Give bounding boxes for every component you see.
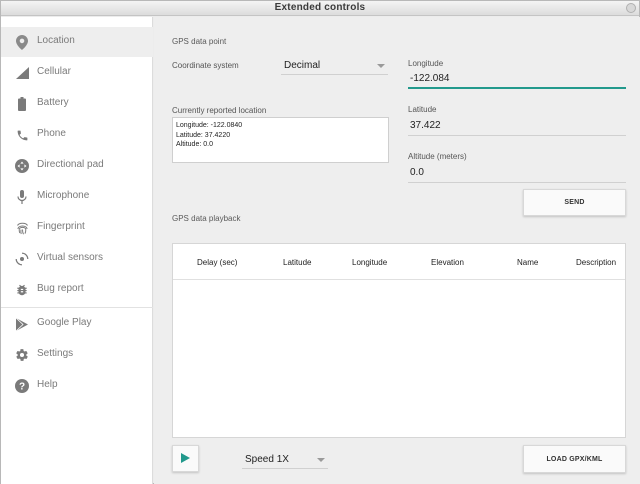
column-header-name[interactable]: Name [517, 258, 538, 267]
latitude-label: Latitude [408, 105, 437, 114]
sidebar-item-label: Fingerprint [37, 221, 85, 232]
sidebar-item-microphone[interactable]: Microphone [1, 182, 153, 212]
bug-icon [14, 282, 30, 298]
sidebar-item-label: Settings [37, 348, 74, 359]
altitude-input[interactable] [408, 163, 626, 182]
dpad-icon [14, 158, 30, 174]
reported-altitude: Altitude: 0.0 [176, 141, 213, 148]
sidebar-item-label: Microphone [37, 190, 90, 201]
load-gpx-kml-button[interactable]: LOAD GPX/KML [523, 445, 626, 473]
sidebar-item-label: Location [37, 35, 75, 46]
coordinate-system-label: Coordinate system [172, 61, 239, 70]
sidebar-item-label: Bug report [37, 283, 84, 294]
fingerprint-icon [14, 220, 30, 236]
altitude-field[interactable] [408, 163, 626, 183]
gear-icon [14, 347, 30, 363]
location-panel: GPS data point Coordinate system Decimal… [154, 17, 640, 484]
sidebar-item-google-play[interactable]: Google Play [1, 309, 153, 339]
battery-icon [14, 96, 30, 112]
extended-controls-window: Extended controls Location Cellular Batt… [0, 0, 640, 484]
reported-location-label: Currently reported location [172, 106, 267, 115]
sidebar-item-label: Google Play [37, 317, 92, 328]
signal-icon [14, 65, 30, 81]
chevron-down-icon [377, 64, 385, 68]
playback-table: Delay (sec) Latitude Longitude Elevation… [172, 243, 626, 438]
svg-text:?: ? [19, 382, 25, 393]
play-icon [181, 450, 190, 468]
location-pin-icon [14, 34, 30, 50]
column-header-latitude[interactable]: Latitude [283, 258, 311, 267]
sidebar-item-label: Cellular [37, 66, 71, 77]
playback-speed-value: Speed 1X [245, 454, 289, 465]
sidebar-item-label: Help [37, 379, 58, 390]
column-header-elevation[interactable]: Elevation [431, 258, 464, 267]
sidebar-item-help[interactable]: ? Help [1, 371, 153, 401]
column-header-longitude[interactable]: Longitude [352, 258, 387, 267]
longitude-field[interactable] [408, 69, 626, 89]
coordinate-system-value: Decimal [284, 60, 321, 71]
title-bar: Extended controls [1, 1, 639, 16]
sidebar-item-location[interactable]: Location [1, 27, 153, 57]
window-title: Extended controls [274, 2, 366, 13]
chevron-down-icon [317, 458, 325, 462]
sidebar-item-fingerprint[interactable]: Fingerprint [1, 213, 153, 243]
latitude-field[interactable] [408, 116, 626, 136]
sidebar-item-cellular[interactable]: Cellular [1, 58, 153, 88]
column-header-delay[interactable]: Delay (sec) [197, 258, 237, 267]
longitude-input[interactable] [408, 69, 626, 87]
sidebar-item-label: Directional pad [37, 159, 104, 170]
altitude-label: Altitude (meters) [408, 152, 467, 161]
longitude-label: Longitude [408, 59, 444, 68]
play-store-icon [14, 316, 30, 332]
send-button[interactable]: SEND [523, 189, 626, 216]
sidebar-item-directional-pad[interactable]: Directional pad [1, 151, 153, 181]
sidebar-item-virtual-sensors[interactable]: Virtual sensors [1, 244, 153, 274]
microphone-icon [14, 189, 30, 205]
play-button[interactable] [172, 445, 199, 472]
playback-speed-select[interactable]: Speed 1X [242, 451, 328, 469]
sidebar-item-phone[interactable]: Phone [1, 120, 153, 150]
gps-data-point-title: GPS data point [172, 37, 227, 46]
phone-icon [14, 127, 30, 143]
sidebar-item-settings[interactable]: Settings [1, 340, 153, 370]
column-header-description[interactable]: Description [576, 258, 616, 267]
sidebar-item-battery[interactable]: Battery [1, 89, 153, 119]
reported-location-box: Longitude: -122.0840 Latitude: 37.4220 A… [172, 117, 389, 163]
sidebar-item-label: Phone [37, 128, 66, 139]
sidebar-item-label: Battery [37, 97, 69, 108]
sidebar: Location Cellular Battery Phone Directio… [1, 17, 153, 484]
latitude-input[interactable] [408, 116, 626, 135]
table-header: Delay (sec) Latitude Longitude Elevation… [173, 244, 625, 280]
sidebar-item-label: Virtual sensors [37, 252, 103, 263]
help-icon: ? [14, 378, 30, 394]
reported-longitude: Longitude: -122.0840 [176, 122, 243, 129]
gps-data-playback-title: GPS data playback [172, 214, 241, 223]
rotate-icon [14, 251, 30, 267]
reported-latitude: Latitude: 37.4220 [176, 131, 231, 139]
sidebar-divider [1, 307, 153, 308]
sidebar-item-bug-report[interactable]: Bug report [1, 275, 153, 305]
close-button[interactable] [626, 3, 636, 13]
coordinate-system-select[interactable]: Decimal [281, 57, 388, 75]
